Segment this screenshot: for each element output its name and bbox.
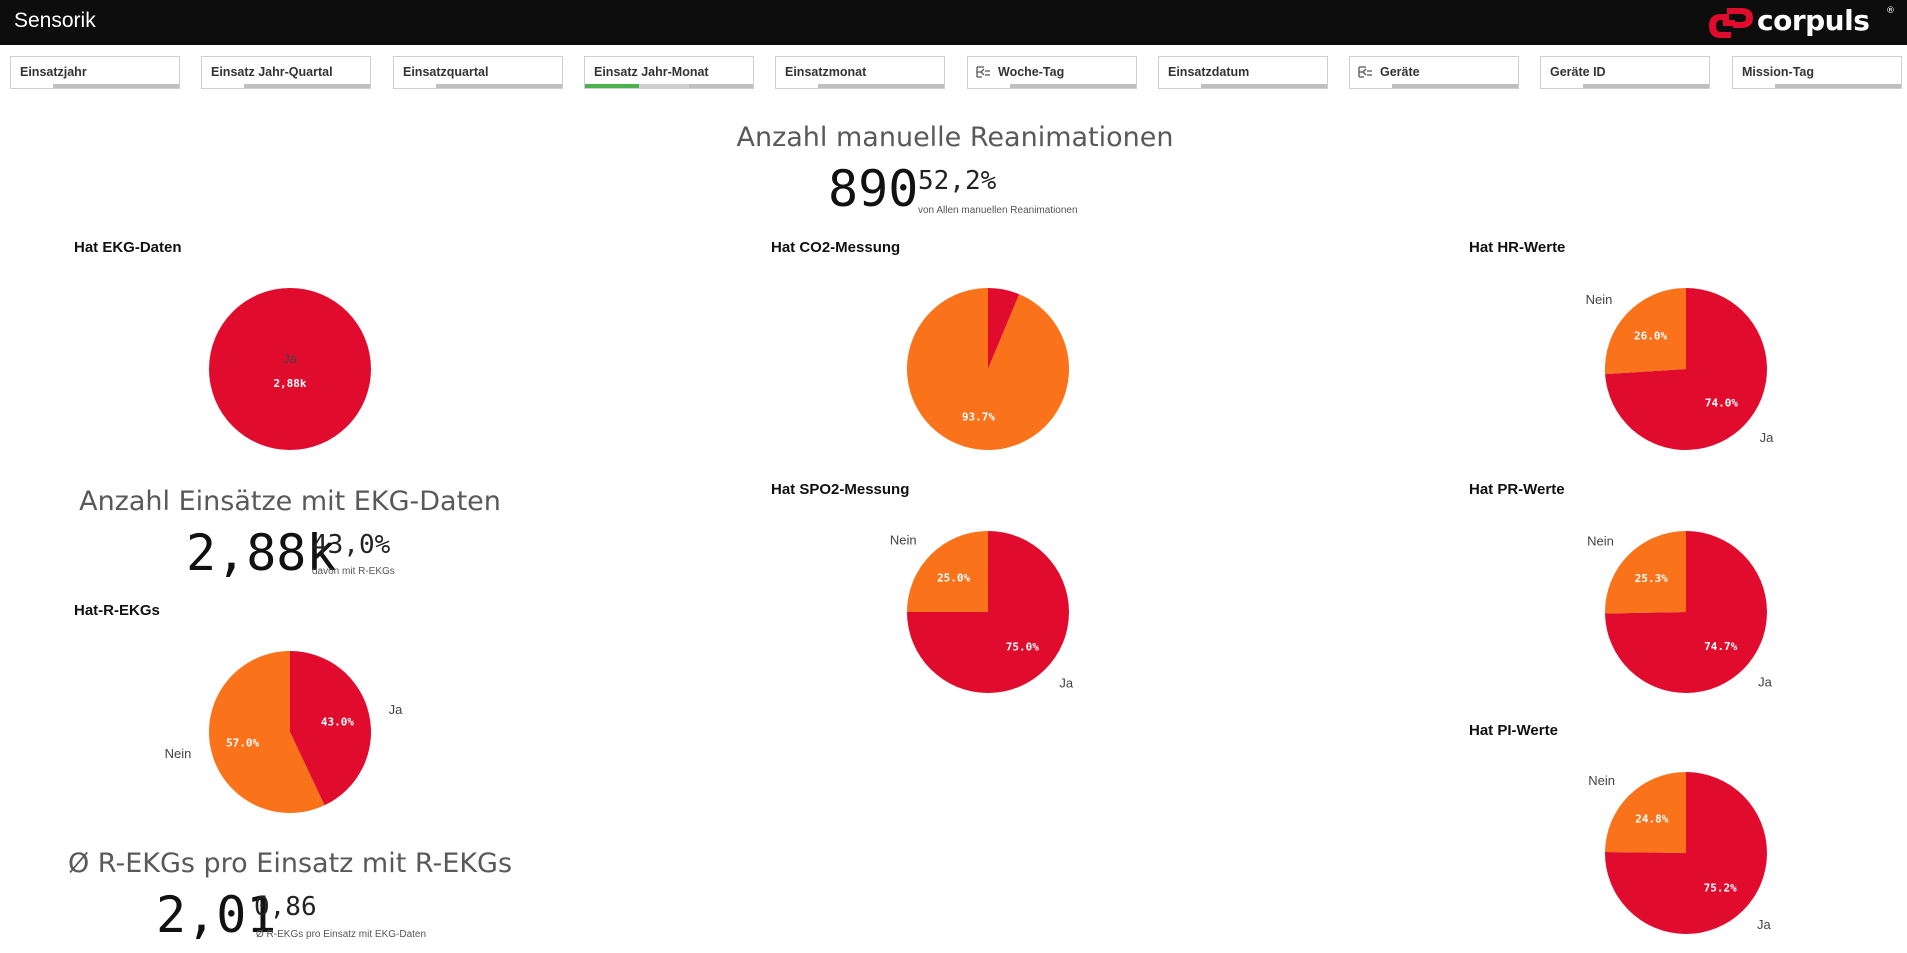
- filter-einsatz-jahr-monat[interactable]: Einsatz Jahr-Monat: [584, 56, 754, 89]
- kpi-reanimationen-title: Anzahl manuelle Reanimationen: [736, 122, 1174, 153]
- pie-value-label: 2,88k: [273, 377, 306, 390]
- app-title: Sensorik: [14, 9, 96, 32]
- pie-category-label: Ja: [389, 702, 404, 717]
- selection-segment-empty: [776, 84, 818, 88]
- filter-label: Einsatzjahr: [20, 65, 87, 79]
- app-header: Sensorik corpuls ®: [0, 0, 1907, 45]
- filter-label: Einsatz Jahr-Quartal: [211, 65, 333, 79]
- hierarchy-icon: [1358, 66, 1372, 78]
- chart-title-hat-pr: Hat PR-Werte: [1469, 481, 1565, 498]
- filter-woche-tag[interactable]: Woche-Tag: [967, 56, 1137, 89]
- pie-value-label: 25.0%: [937, 572, 970, 585]
- kpi-r-ekgs-title: Ø R-EKGs pro Einsatz mit R-EKGs: [67, 848, 513, 879]
- pie-category-label: Nein: [1588, 773, 1615, 788]
- filter-einsatzjahr[interactable]: Einsatzjahr: [10, 56, 180, 89]
- selection-segment-empty: [968, 84, 1010, 88]
- chart-title-hat-co2: Hat CO2-Messung: [771, 239, 901, 256]
- kpi-reanimationen-value: 890: [828, 160, 919, 218]
- kpi-r-ekgs-sub: 0,86: [254, 892, 317, 922]
- pie-value-label: 75.0%: [1006, 640, 1039, 653]
- selection-state-bar: [585, 84, 753, 88]
- selection-state-bar: [1541, 84, 1709, 88]
- selection-segment-empty: [1733, 84, 1775, 88]
- filter-geräte-id[interactable]: Geräte ID: [1540, 56, 1710, 89]
- kpi-reanimationen-sub: 52,2%: [918, 166, 997, 196]
- pie-category-label: Nein: [1587, 533, 1614, 548]
- selection-segment-empty: [1350, 84, 1392, 88]
- filter-einsatzquartal[interactable]: Einsatzquartal: [393, 56, 563, 89]
- selection-state-bar: [1159, 84, 1327, 88]
- filter-label: Woche-Tag: [998, 65, 1065, 79]
- kpi-ekg-title: Anzahl Einsätze mit EKG-Daten: [79, 486, 501, 517]
- selection-segment-selected: [585, 84, 639, 88]
- pie-value-label: 75.2%: [1704, 882, 1737, 895]
- logo-registered-mark: ®: [1886, 6, 1895, 16]
- selection-segment-empty: [202, 84, 244, 88]
- selection-state-bar: [202, 84, 370, 88]
- pie-category-label: Ja: [1757, 917, 1772, 932]
- filter-label: Geräte ID: [1550, 65, 1606, 79]
- pie-category-label: Ja: [1059, 675, 1074, 690]
- pie-value-label: 93.7%: [962, 411, 995, 424]
- filter-label: Einsatzquartal: [403, 65, 489, 79]
- pie-category-label: Nein: [890, 533, 917, 548]
- pie-chart-hat-hr[interactable]: 74.0% Ja 26.0% Nein: [1566, 280, 1806, 460]
- pie-category-label: Ja: [1760, 430, 1775, 445]
- pie-chart-hat-co2[interactable]: 93.7%: [888, 280, 1088, 460]
- kpi-ekg-note: davon mit R-EKGs: [312, 566, 395, 577]
- chart-title-hat-ekg: Hat EKG-Daten: [74, 239, 182, 256]
- pie-value-label: 26.0%: [1634, 330, 1667, 343]
- corpuls-logo: corpuls ®: [1705, 4, 1895, 40]
- selection-segment-empty: [1159, 84, 1201, 88]
- filter-label: Mission-Tag: [1742, 65, 1814, 79]
- filter-bar: Einsatzjahr Einsatz Jahr-Quartal Einsatzqu…: [0, 56, 1907, 90]
- selection-state-bar: [11, 84, 179, 88]
- chart-title-hat-spo2: Hat SPO2-Messung: [771, 481, 910, 498]
- corpuls-logo-mark-icon: [1709, 8, 1753, 38]
- pie-category-label: Nein: [165, 746, 192, 761]
- filter-label: Einsatzmonat: [785, 65, 867, 79]
- pie-chart-hat-pr[interactable]: 74.7% Ja 25.3% Nein: [1566, 522, 1806, 702]
- selection-state-bar: [776, 84, 944, 88]
- pie-slice-segment-1[interactable]: [907, 288, 1069, 450]
- selection-state-bar: [1733, 84, 1901, 88]
- chart-title-hat-hr: Hat HR-Werte: [1469, 239, 1566, 256]
- pie-category-label: Nein: [1586, 292, 1613, 307]
- pie-chart-hat-ekg[interactable]: 2,88k Ja: [190, 280, 390, 460]
- filter-label: Einsatz Jahr-Monat: [594, 65, 709, 79]
- selection-state-bar: [968, 84, 1136, 88]
- filter-einsatzdatum[interactable]: Einsatzdatum: [1158, 56, 1328, 89]
- pie-value-label: 74.0%: [1705, 396, 1738, 409]
- kpi-r-ekgs-note: Ø R-EKGs pro Einsatz mit EKG-Daten: [256, 929, 427, 940]
- selection-segment-empty: [11, 84, 53, 88]
- pie-category-label: Ja: [1758, 675, 1773, 690]
- kpi-ekg-sub: 43,0%: [312, 530, 391, 560]
- pie-slice-ja[interactable]: [209, 288, 371, 450]
- filter-einsatzmonat[interactable]: Einsatzmonat: [775, 56, 945, 89]
- pie-chart-hat-spo2[interactable]: 75.0% Ja 25.0% Nein: [868, 522, 1108, 702]
- selection-segment-possible: [638, 84, 690, 88]
- chart-title-hat-r-ekgs: Hat-R-EKGs: [74, 602, 160, 619]
- pie-chart-hat-pi[interactable]: 75.2% Ja 24.8% Nein: [1566, 763, 1806, 943]
- pie-value-label: 43.0%: [321, 715, 354, 728]
- chart-title-hat-pi: Hat PI-Werte: [1469, 722, 1558, 739]
- hierarchy-icon: [976, 66, 990, 78]
- filter-label: Geräte: [1380, 65, 1420, 79]
- selection-state-bar: [1350, 84, 1518, 88]
- pie-value-label: 57.0%: [226, 737, 259, 750]
- pie-category-label: Ja: [283, 351, 298, 366]
- selection-segment-empty: [394, 84, 436, 88]
- filter-einsatz-jahr-quartal[interactable]: Einsatz Jahr-Quartal: [201, 56, 371, 89]
- filter-mission-tag[interactable]: Mission-Tag: [1732, 56, 1902, 89]
- filter-label: Einsatzdatum: [1168, 65, 1250, 79]
- pie-chart-hat-r-ekgs[interactable]: 43.0% Ja 57.0% Nein: [150, 642, 430, 822]
- pie-value-label: 24.8%: [1635, 812, 1668, 825]
- kpi-reanimationen-note: von Allen manuellen Reanimationen: [918, 205, 1078, 216]
- filter-geräte[interactable]: Geräte: [1349, 56, 1519, 89]
- selection-segment-empty: [1541, 84, 1583, 88]
- pie-value-label: 74.7%: [1704, 640, 1737, 653]
- pie-value-label: 25.3%: [1635, 572, 1668, 585]
- logo-wordmark: corpuls: [1757, 4, 1870, 37]
- selection-state-bar: [394, 84, 562, 88]
